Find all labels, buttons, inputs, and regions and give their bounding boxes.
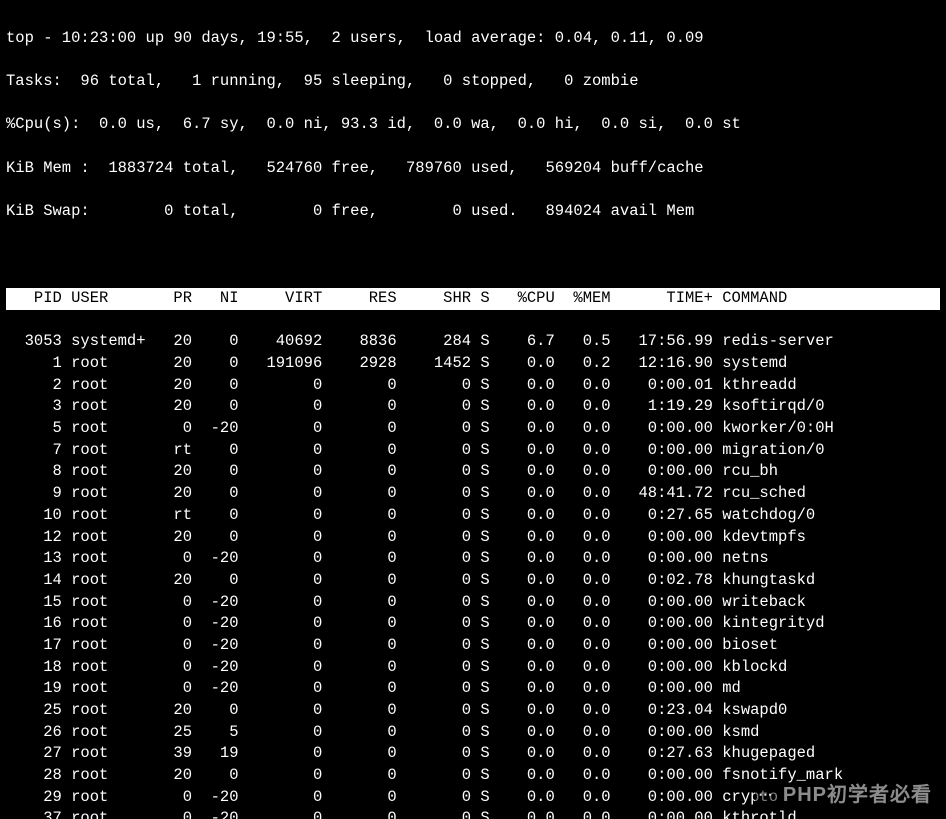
process-row[interactable]: 16 root 0 -20 0 0 0 S 0.0 0.0 0:00.00 ki… — [6, 613, 940, 635]
process-row[interactable]: 14 root 20 0 0 0 0 S 0.0 0.0 0:02.78 khu… — [6, 570, 940, 592]
process-row[interactable]: 12 root 20 0 0 0 0 S 0.0 0.0 0:00.00 kde… — [6, 527, 940, 549]
process-row[interactable]: 7 root rt 0 0 0 0 S 0.0 0.0 0:00.00 migr… — [6, 440, 940, 462]
process-row[interactable]: 29 root 0 -20 0 0 0 S 0.0 0.0 0:00.00 cr… — [6, 787, 940, 809]
process-row[interactable]: 9 root 20 0 0 0 0 S 0.0 0.0 48:41.72 rcu… — [6, 483, 940, 505]
process-row[interactable]: 1 root 20 0 191096 2928 1452 S 0.0 0.2 1… — [6, 353, 940, 375]
process-row[interactable]: 25 root 20 0 0 0 0 S 0.0 0.0 0:23.04 ksw… — [6, 700, 940, 722]
summary-blank — [6, 245, 940, 267]
summary-tasks: Tasks: 96 total, 1 running, 95 sleeping,… — [6, 71, 940, 93]
process-row[interactable]: 13 root 0 -20 0 0 0 S 0.0 0.0 0:00.00 ne… — [6, 548, 940, 570]
process-row[interactable]: 10 root rt 0 0 0 0 S 0.0 0.0 0:27.65 wat… — [6, 505, 940, 527]
process-row[interactable]: 37 root 0 -20 0 0 0 S 0.0 0.0 0:00.00 kt… — [6, 808, 940, 819]
process-row[interactable]: 27 root 39 19 0 0 0 S 0.0 0.0 0:27.63 kh… — [6, 743, 940, 765]
process-row[interactable]: 5 root 0 -20 0 0 0 S 0.0 0.0 0:00.00 kwo… — [6, 418, 940, 440]
process-row[interactable]: 2 root 20 0 0 0 0 S 0.0 0.0 0:00.01 kthr… — [6, 375, 940, 397]
process-row[interactable]: 8 root 20 0 0 0 0 S 0.0 0.0 0:00.00 rcu_… — [6, 461, 940, 483]
process-row[interactable]: 26 root 25 5 0 0 0 S 0.0 0.0 0:00.00 ksm… — [6, 722, 940, 744]
summary-uptime: top - 10:23:00 up 90 days, 19:55, 2 user… — [6, 28, 940, 50]
summary-mem: KiB Mem : 1883724 total, 524760 free, 78… — [6, 158, 940, 180]
process-row[interactable]: 15 root 0 -20 0 0 0 S 0.0 0.0 0:00.00 wr… — [6, 592, 940, 614]
process-row[interactable]: 28 root 20 0 0 0 0 S 0.0 0.0 0:00.00 fsn… — [6, 765, 940, 787]
summary-swap: KiB Swap: 0 total, 0 free, 0 used. 89402… — [6, 201, 940, 223]
terminal-output[interactable]: top - 10:23:00 up 90 days, 19:55, 2 user… — [0, 0, 946, 819]
process-row[interactable]: 3053 systemd+ 20 0 40692 8836 284 S 6.7 … — [6, 331, 940, 353]
process-row[interactable]: 17 root 0 -20 0 0 0 S 0.0 0.0 0:00.00 bi… — [6, 635, 940, 657]
process-row[interactable]: 18 root 0 -20 0 0 0 S 0.0 0.0 0:00.00 kb… — [6, 657, 940, 679]
summary-cpu: %Cpu(s): 0.0 us, 6.7 sy, 0.0 ni, 93.3 id… — [6, 114, 940, 136]
process-row[interactable]: 19 root 0 -20 0 0 0 S 0.0 0.0 0:00.00 md — [6, 678, 940, 700]
process-row[interactable]: 3 root 20 0 0 0 0 S 0.0 0.0 1:19.29 ksof… — [6, 396, 940, 418]
process-table-header[interactable]: PID USER PR NI VIRT RES SHR S %CPU %MEM … — [6, 288, 940, 310]
